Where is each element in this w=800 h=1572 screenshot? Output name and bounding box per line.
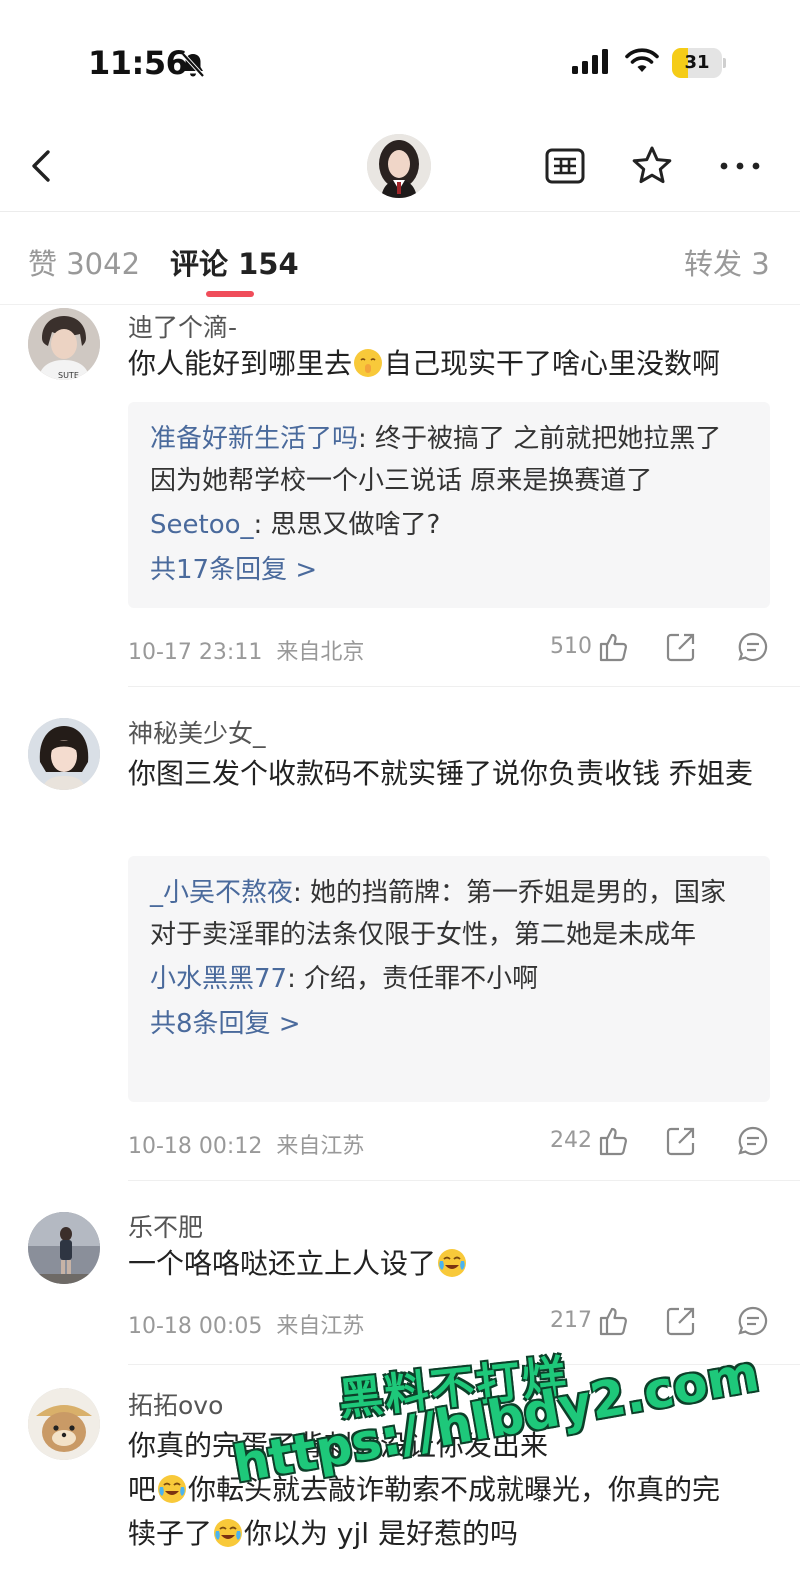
avatar[interactable]: SUTE	[28, 308, 100, 380]
comment-actions: 217	[540, 1304, 772, 1340]
reply-icon[interactable]	[736, 1304, 770, 1338]
reply-item: 小水黑黑77: 介绍，责任罪不小啊	[150, 964, 539, 994]
tab-reposts[interactable]: 转发 3	[684, 241, 770, 283]
reply-item: 准备好新生活了吗: 终于被搞了 之前就把她拉黑了 因为她帮学校一个小三说话 原来…	[150, 424, 722, 496]
signal-icon	[572, 49, 608, 74]
list-icon[interactable]	[544, 146, 586, 186]
comment-item: SUTE 迪了个滴- 你人能好到哪里去 自己现实干了啥心里没数啊 准备好新生活了吗…	[0, 306, 800, 688]
reply-username[interactable]: Seetoo_	[150, 510, 254, 540]
wifi-icon	[625, 48, 659, 72]
shushing-face-emoji	[354, 349, 383, 377]
more-replies-link[interactable]: 共8条回复 >	[150, 1000, 748, 1048]
divider	[128, 1180, 800, 1181]
tab-bar: 赞 3042 评论 154 转发 3	[0, 213, 800, 305]
comment-time: 10-18 00:12	[128, 1134, 263, 1159]
share-icon[interactable]	[664, 1124, 698, 1158]
more-icon[interactable]	[718, 148, 762, 184]
comment-text: 你图三发个收款码不就实锤了说你负责收钱 乔姐麦	[128, 757, 753, 790]
like-count: 510	[550, 634, 592, 659]
reply-item: _小吴不熬夜: 她的挡箭牌：第一乔姐是男的，国家对于卖淫罪的法条仅限于女性，第二…	[150, 878, 727, 950]
bell-off-icon	[181, 52, 205, 78]
nav-bar	[0, 120, 800, 212]
back-icon[interactable]	[24, 146, 60, 186]
reply-username[interactable]: 准备好新生活了吗	[150, 424, 358, 454]
comment-time: 10-18 00:05	[128, 1314, 263, 1339]
like-icon[interactable]	[596, 630, 630, 664]
reply-icon[interactable]	[736, 630, 770, 664]
crying-laughing-emoji	[158, 1475, 187, 1503]
comment-text: 你人能好到哪里去 自己现实干了啥心里没数啊	[128, 347, 721, 380]
divider	[128, 1364, 800, 1365]
tab-active-indicator	[206, 291, 254, 297]
divider	[128, 686, 800, 687]
comment-username[interactable]: 拓拓ovo	[128, 1386, 223, 1422]
reply-box[interactable]: 准备好新生活了吗: 终于被搞了 之前就把她拉黑了 因为她帮学校一个小三说话 原来…	[128, 402, 770, 608]
reply-username[interactable]: 小水黑黑77	[150, 964, 287, 994]
comment-username[interactable]: 乐不肥	[128, 1208, 203, 1244]
more-replies-link[interactable]: 共17条回复 >	[150, 546, 748, 594]
status-bar: 11:56 31	[0, 0, 800, 120]
reply-item: Seetoo_: 思思又做啥了?	[150, 510, 441, 540]
comment-meta: 10-18 00:12 来自江苏	[128, 1128, 378, 1160]
reply-box[interactable]: _小吴不熬夜: 她的挡箭牌：第一乔姐是男的，国家对于卖淫罪的法条仅限于女性，第二…	[128, 856, 770, 1102]
avatar[interactable]	[28, 718, 100, 790]
like-icon[interactable]	[596, 1304, 630, 1338]
comment-actions: 510	[540, 630, 772, 666]
like-count: 242	[550, 1128, 592, 1153]
svg-text:SUTE: SUTE	[58, 371, 79, 380]
tab-comments[interactable]: 评论 154	[170, 241, 299, 283]
comment-meta: 10-18 00:05 来自江苏	[128, 1308, 378, 1340]
comment-text: 一个咯咯哒还立上人设了	[128, 1242, 768, 1286]
comment-username[interactable]: 神秘美少女_	[128, 714, 266, 750]
comment-time: 10-17 23:11	[128, 640, 263, 665]
comment-item: 神秘美少女_ 你图三发个收款码不就实锤了说你负责收钱 乔姐麦 _小吴不熬夜: 她…	[0, 712, 800, 1182]
like-count: 217	[550, 1308, 592, 1333]
comment-actions: 242	[540, 1124, 772, 1160]
comment-location: 来自江苏	[276, 1314, 365, 1339]
crying-laughing-emoji	[214, 1519, 243, 1547]
comment-location: 来自北京	[276, 640, 365, 665]
avatar[interactable]	[367, 134, 431, 198]
avatar[interactable]	[28, 1388, 100, 1460]
comment-item: 拓拓ovo 你真的完蛋了背刺你没让你发出来 吧你転头就去敲诈勒索不成就曝光，你真…	[0, 1384, 800, 1572]
share-icon[interactable]	[664, 630, 698, 664]
avatar[interactable]	[28, 1212, 100, 1284]
status-time: 11:56	[88, 44, 188, 82]
crying-laughing-emoji	[438, 1249, 467, 1277]
share-icon[interactable]	[664, 1304, 698, 1338]
like-icon[interactable]	[596, 1124, 630, 1158]
comment-text: 你真的完蛋了背刺你没让你发出来 吧你転头就去敲诈勒索不成就曝光，你真的完 犊子了…	[128, 1429, 721, 1550]
battery-icon: 31	[672, 48, 726, 78]
comment-item: 乐不肥 一个咯咯哒还立上人设了 10-18 00:05 来自江苏 217	[0, 1206, 800, 1366]
comment-meta: 10-17 23:11 来自北京	[128, 634, 378, 666]
star-icon[interactable]	[630, 144, 674, 188]
comment-username[interactable]: 迪了个滴-	[128, 308, 237, 344]
comment-location: 来自江苏	[276, 1134, 365, 1159]
battery-level: 31	[684, 52, 710, 73]
reply-username[interactable]: _小吴不熬夜	[150, 878, 293, 908]
tab-likes[interactable]: 赞 3042	[28, 241, 140, 283]
reply-icon[interactable]	[736, 1124, 770, 1158]
